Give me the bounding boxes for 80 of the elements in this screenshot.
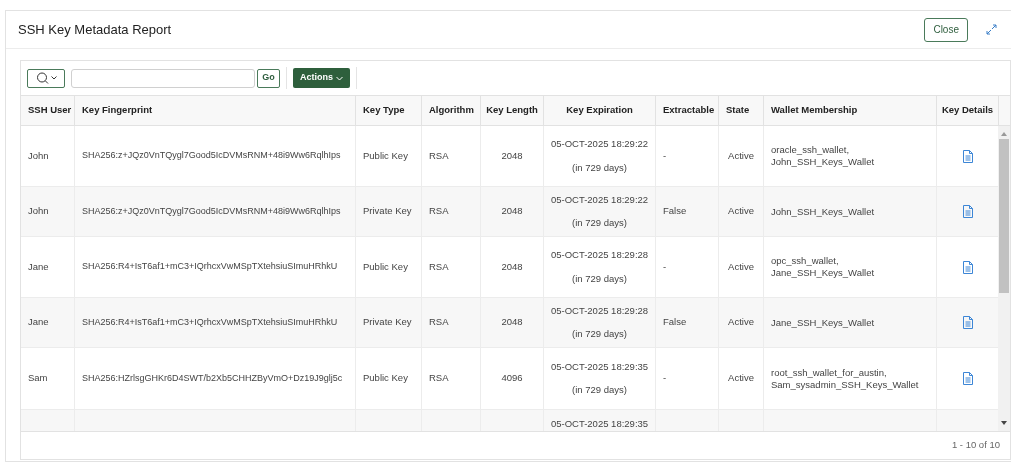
table-cell-text: False	[663, 315, 688, 330]
document-icon[interactable]	[962, 372, 973, 385]
document-icon[interactable]	[962, 260, 973, 274]
table-cell: Active	[728, 315, 754, 330]
table-cell: 05-OCT-2025 18:29:35	[550, 417, 649, 431]
table-cell: 2048	[501, 204, 523, 219]
table-cell: 05-OCT-2025 18:29:28	[550, 248, 649, 263]
table-cell-text: SHA256:z+JQz0VnTQygl7Good5IcDVMsRNM+48i9Ww6RqlhIps	[82, 149, 342, 163]
table-cell: Active	[728, 371, 754, 386]
table-cell: 2048	[501, 315, 523, 330]
table-cell-text: (in 729 days)	[572, 216, 627, 230]
go-button[interactable]: Go	[257, 68, 280, 88]
expand-icon[interactable]	[986, 24, 997, 35]
table-cell-text: Jane	[28, 315, 50, 330]
pagination-text: 1 - 10 of 10	[951, 438, 1000, 453]
table-cell: 05-OCT-2025 18:29:35	[550, 359, 649, 374]
search-column-button[interactable]	[27, 68, 65, 88]
table-cell-text: SHA256:R4+IsT6af1+mC3+IQrhcxVwMSpTXtehsiuSImuHRhkU	[82, 260, 339, 274]
column-header[interactable]: Key Length	[486, 103, 538, 118]
table-cell-text: (in 729 days)	[572, 327, 627, 341]
table-cell-text: Private Key	[363, 204, 413, 219]
column-header[interactable]: Key Details	[941, 103, 994, 118]
search-field[interactable]	[71, 68, 255, 88]
column-header[interactable]: Key Type	[363, 103, 405, 118]
table-cell-text: RSA	[429, 315, 450, 330]
document-icon[interactable]	[962, 205, 973, 218]
scrollbar[interactable]	[998, 126, 1010, 431]
scroll-up-arrow-icon[interactable]	[1001, 132, 1007, 136]
actions-button[interactable]: Actions	[293, 68, 350, 88]
close-button[interactable]: Close	[924, 17, 968, 42]
table-cell-text: -	[663, 371, 668, 386]
caret-icon	[336, 75, 343, 81]
column-header[interactable]: Key Fingerprint	[82, 103, 153, 118]
table-cell-text: SHA256:HZrlsgGHKr6D4SWT/b2Xb5CHHZByVmO+Dz19J9glj5c	[82, 371, 344, 385]
table-cell-text: (in 729 days)	[572, 383, 627, 397]
table-cell-text: RSA	[429, 204, 450, 219]
table-cell-text: Private Key	[363, 315, 413, 330]
column-header[interactable]: SSH User	[28, 103, 72, 118]
table-cell-text: John_SSH_Keys_Wallet	[771, 205, 876, 218]
table-cell-text: Sam	[28, 371, 49, 386]
column-header[interactable]: Wallet Membership	[771, 103, 858, 118]
table-cell-text: Public Key	[363, 148, 409, 163]
table-cell-text: opc_ssh_wallet, Jane_SSH_Keys_Wallet	[771, 255, 876, 279]
column-header[interactable]: Extractable	[663, 103, 715, 118]
table-cell: 05-OCT-2025 18:29:22	[550, 137, 649, 152]
table-cell-text: SHA256:R4+IsT6af1+mC3+IQrhcxVwMSpTXtehsiuSImuHRhkU	[82, 315, 339, 329]
column-header[interactable]: Algorithm	[429, 103, 474, 118]
document-icon[interactable]	[962, 149, 973, 163]
table-cell-text: 2048	[501, 148, 523, 163]
table-cell: (in 729 days)	[572, 160, 627, 175]
table-cell-text: SHA256:z+JQz0VnTQygl7Good5IcDVMsRNM+48i9Ww6RqlhIps	[82, 204, 342, 218]
table-cell-text: Jane_SSH_Keys_Wallet	[771, 316, 876, 329]
table-cell-text: Public Key	[363, 259, 409, 274]
table-cell-text: RSA	[429, 259, 450, 274]
table-cell: 05-OCT-2025 18:29:22	[550, 192, 649, 207]
column-header[interactable]: Key Expiration	[566, 103, 633, 118]
table-cell-text: -	[663, 148, 668, 163]
column-header[interactable]: State	[726, 103, 750, 118]
table-cell: 05-OCT-2025 18:29:28	[550, 303, 649, 318]
table-cell-text: RSA	[429, 148, 450, 163]
table-cell-text: Active	[728, 148, 754, 163]
table-cell-text: John	[28, 204, 50, 219]
table-cell-text: False	[663, 204, 688, 219]
table-cell-text: RSA	[429, 371, 450, 386]
table-cell-text: Active	[728, 259, 754, 274]
table-cell-text: Public Key	[363, 371, 409, 386]
document-icon[interactable]	[962, 316, 973, 329]
table-cell-text: Jane	[28, 259, 50, 274]
scroll-down-arrow-icon[interactable]	[1001, 421, 1007, 425]
table-cell-text: oracle_ssh_wallet, John_SSH_Keys_Wallet	[771, 144, 876, 168]
table-cell: Active	[728, 204, 754, 219]
table-cell-text: 2048	[501, 259, 523, 274]
dialog-title: SSH Key Metadata Report	[18, 20, 172, 39]
table-cell-text: -	[663, 259, 668, 274]
table-cell: 4096	[501, 371, 523, 386]
table-cell-text: John	[28, 148, 50, 163]
search-icon	[35, 72, 49, 84]
table-cell: (in 729 days)	[572, 271, 627, 286]
table-cell-text: root_ssh_wallet_for_austin, Sam_sysadmin_SSH_Keys_Wallet	[771, 366, 920, 391]
caret-icon	[50, 76, 57, 80]
